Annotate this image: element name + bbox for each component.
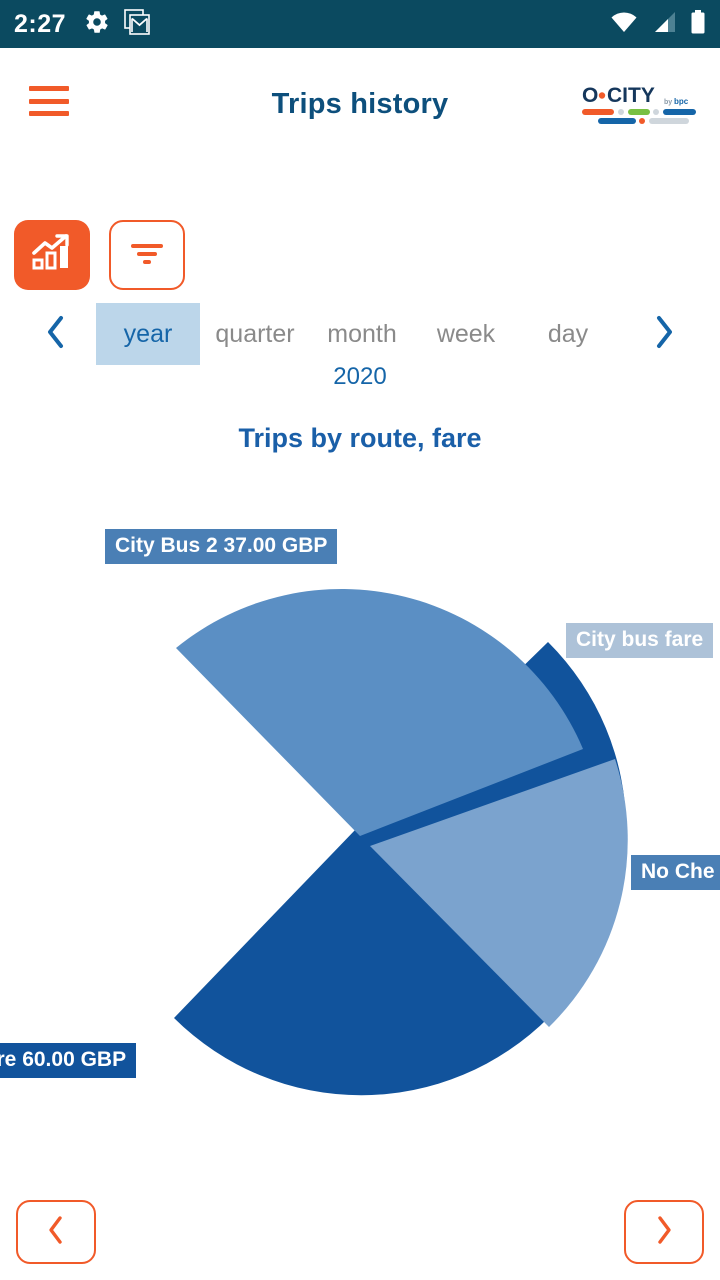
chart-view-button[interactable] [14,220,90,290]
svg-text:bpc: bpc [674,97,689,106]
period-tab-day[interactable]: day [518,303,618,365]
hamburger-line-2 [29,98,69,104]
pie-label-city-bus-2: City Bus 2 37.00 GBP [105,529,338,565]
period-tab-month[interactable]: month [310,303,414,365]
previous-page-button[interactable] [16,1200,96,1264]
hamburger-icon[interactable] [29,86,69,116]
app-header: Trips history O CITY by bpc [0,48,720,160]
filter-icon [128,239,166,272]
wifi-icon [610,11,638,38]
svg-text:CITY: CITY [607,84,655,107]
battery-icon [690,9,706,39]
status-bar-system-icons [610,9,706,39]
chart-toolbar [0,220,720,296]
chevron-right-icon [653,315,675,354]
period-prev-button[interactable] [28,303,84,365]
bottom-navigation [0,1200,720,1266]
pie-chart-svg[interactable] [0,480,720,1140]
pie-label-city-bus-fare: City bus fare [566,623,714,659]
hamburger-line-3 [29,111,69,116]
filter-button[interactable] [109,220,185,290]
svg-text:O: O [582,84,598,107]
period-selector: year quarter month week day [0,303,720,365]
chevron-left-icon [46,1215,66,1250]
period-value: 2020 [333,363,387,390]
period-tab-week[interactable]: week [414,303,518,365]
pie-label-fare: Fare 60.00 GBP [0,1043,137,1079]
period-next-button[interactable] [636,303,692,365]
ocity-logo: O CITY by bpc [580,80,698,128]
cell-signal-icon [651,11,677,38]
chart-icon [30,233,74,278]
status-bar: 2:27 [0,0,720,48]
next-page-button[interactable] [624,1200,704,1264]
period-tab-quarter[interactable]: quarter [200,303,310,365]
svg-text:by: by [664,99,672,106]
pie-label-no-check-out: No Che [631,855,720,891]
chevron-left-icon [45,315,67,354]
pie-chart: City Bus 2 37.00 GBP City bus fare No Ch… [0,480,720,1140]
period-tab-year[interactable]: year [96,303,200,365]
gear-icon [84,9,110,40]
period-tab-list: year quarter month week day [96,303,624,365]
chevron-right-icon [654,1215,674,1250]
status-bar-time: 2:27 [14,9,67,38]
hamburger-line-1 [29,86,69,91]
chart-title: Trips by route, fare [238,423,482,453]
status-bar-notification-icons [84,8,150,40]
gmail-icon [124,8,150,40]
